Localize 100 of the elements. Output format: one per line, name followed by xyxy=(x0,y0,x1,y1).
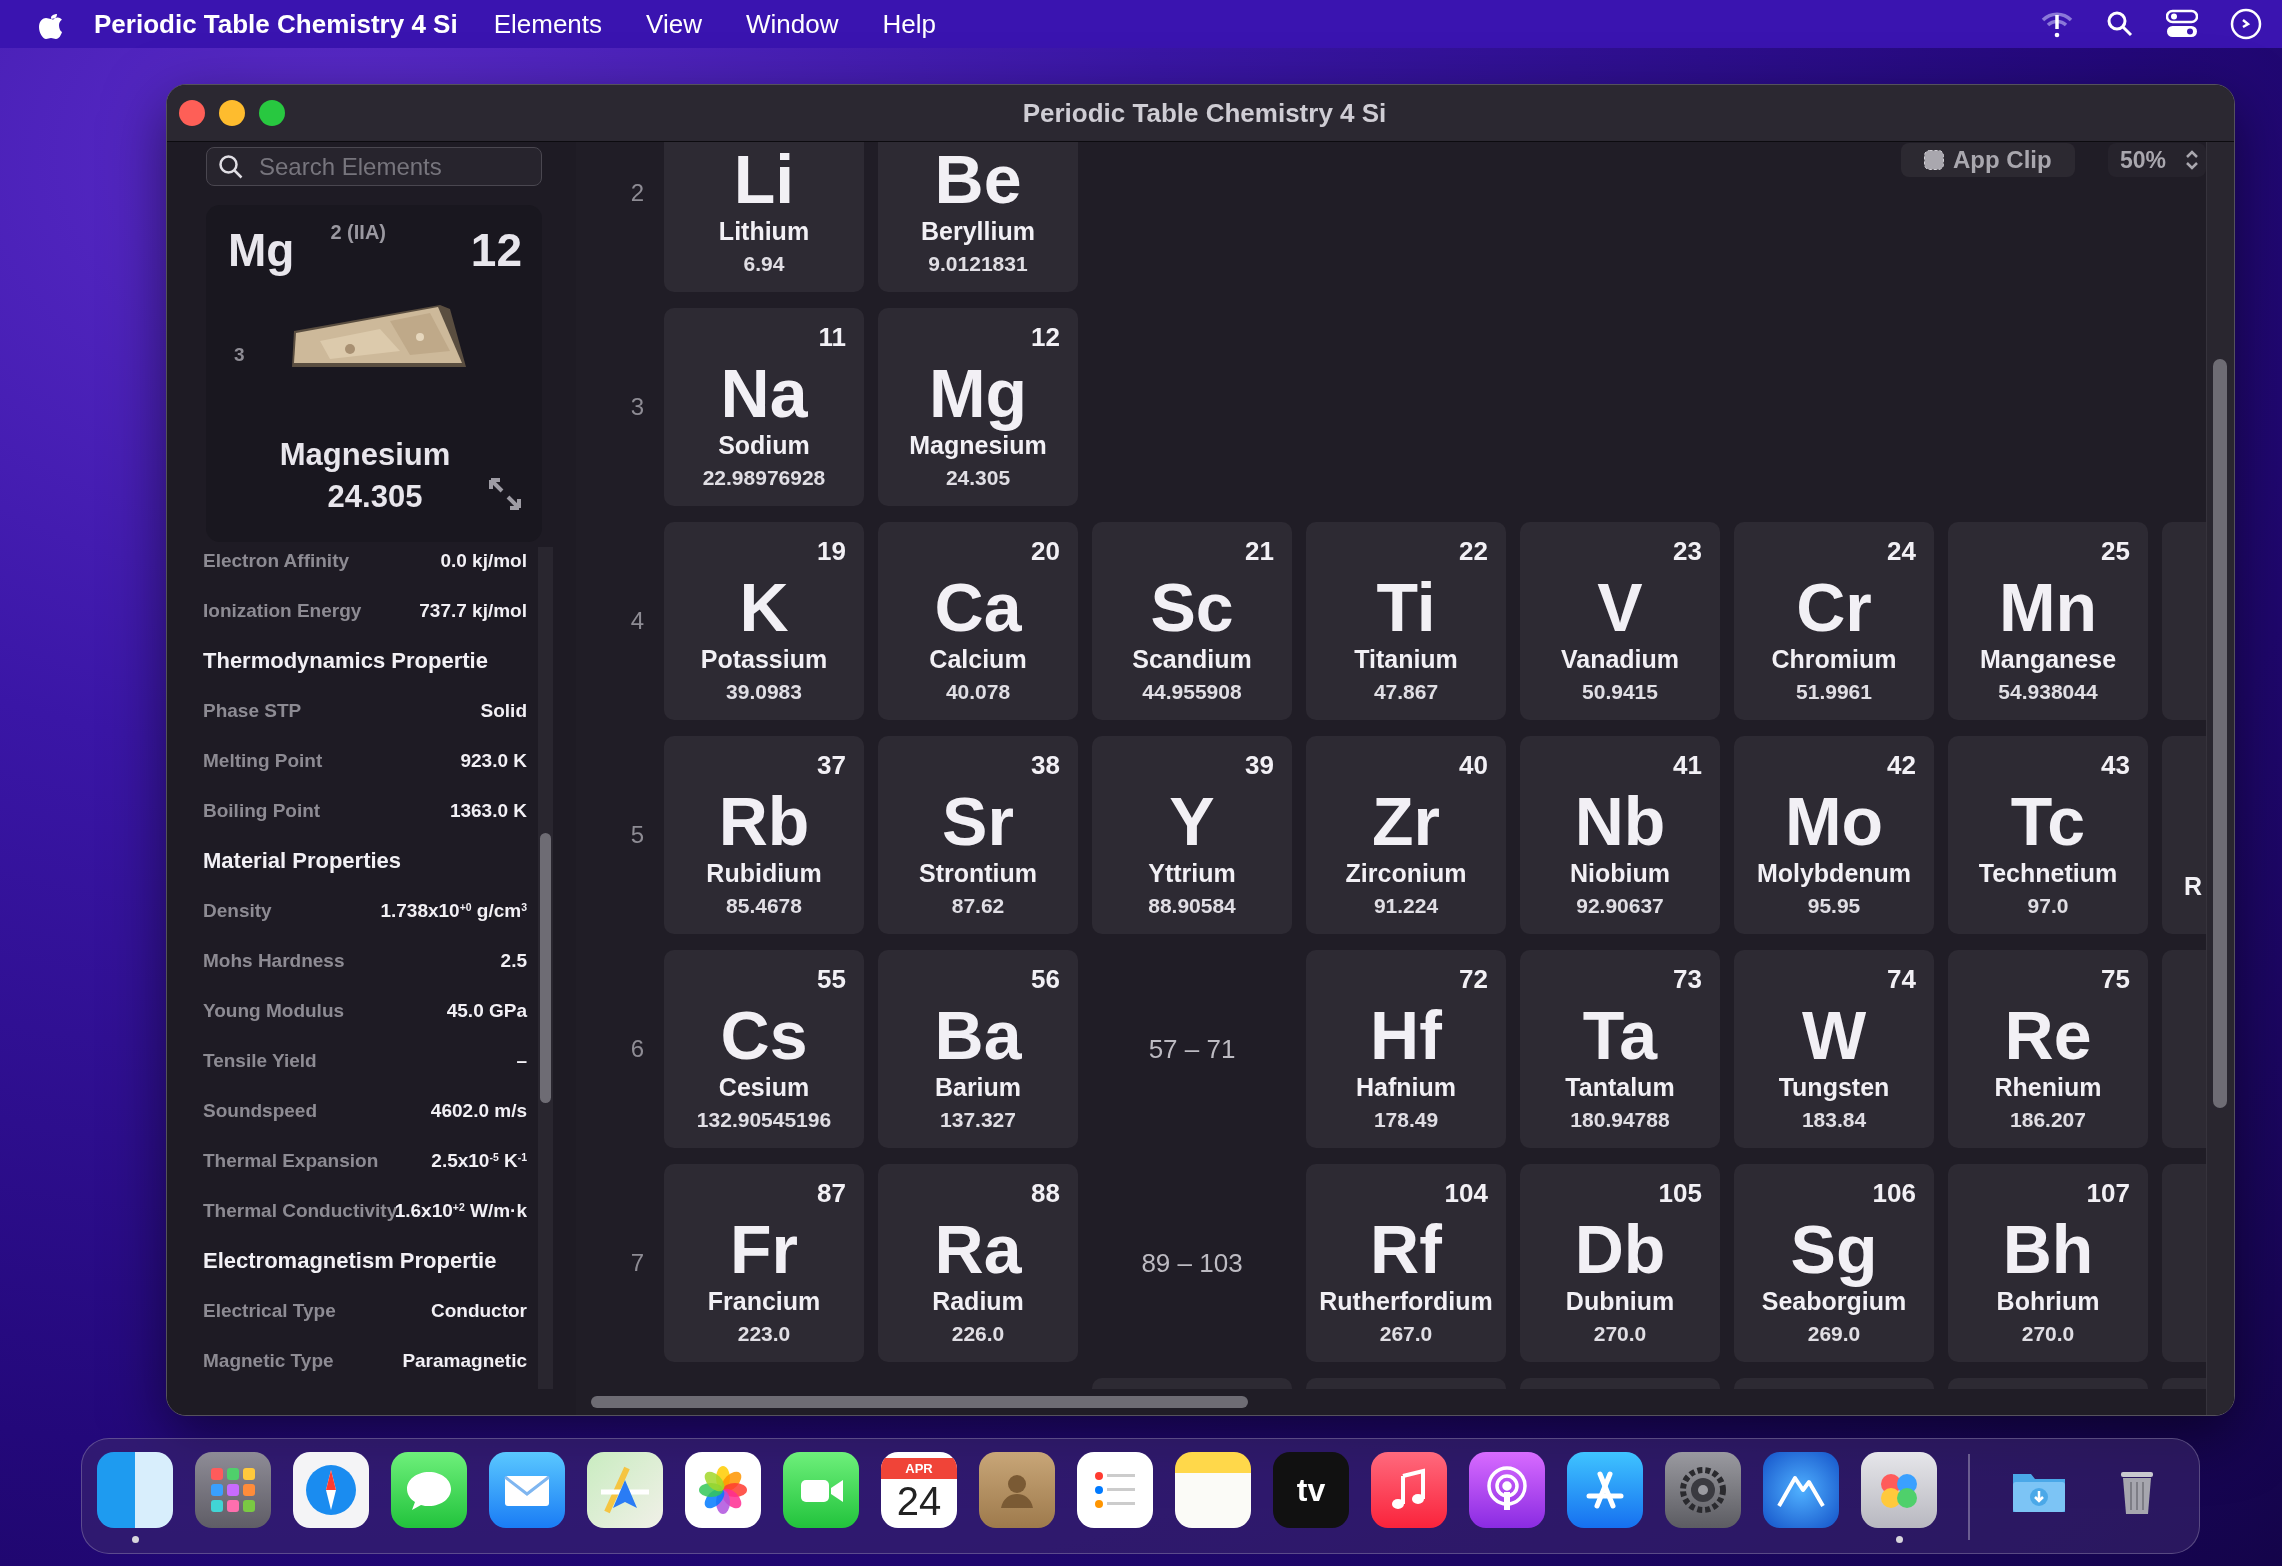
element-tile[interactable]: 23 V Vanadium 50.9415 xyxy=(1520,522,1720,720)
element-symbol: W xyxy=(1801,996,1867,1075)
scroll-thumb[interactable] xyxy=(540,833,551,1103)
element-tile[interactable]: 37 Rb Rubidium 85.4678 xyxy=(664,736,864,934)
two-tone-square-icon[interactable] xyxy=(97,1452,173,1528)
element-tile[interactable]: 43 Tc Technetium 97.0 xyxy=(1948,736,2148,934)
property-label: Density xyxy=(203,900,272,922)
contact-book-icon[interactable] xyxy=(979,1452,1055,1528)
toggle-switches-icon[interactable] xyxy=(2166,9,2198,39)
element-symbol: Nb xyxy=(1574,782,1666,861)
element-tile[interactable]: 72 Hf Hafnium 178.49 xyxy=(1306,950,1506,1148)
element-tile[interactable]: 55 Cs Cesium 132.90545196 xyxy=(664,950,864,1148)
element-tile[interactable]: 39 Y Yttrium 88.90584 xyxy=(1092,736,1292,934)
atomic-number: 42 xyxy=(1887,750,1916,780)
element-tile[interactable]: 24 Cr Chromium 51.9961 xyxy=(1734,522,1934,720)
scroll-thumb[interactable] xyxy=(2213,359,2227,1108)
element-tile[interactable]: Be Beryllium 9.0121831 xyxy=(878,142,1078,292)
messages-app-icon[interactable] xyxy=(391,1452,467,1528)
compass-app-icon[interactable] xyxy=(293,1452,369,1528)
element-tile[interactable]: 21 Sc Scandium 44.955908 xyxy=(1092,522,1292,720)
atomic-weight: 183.84 xyxy=(1801,1107,1867,1132)
zoom-button[interactable] xyxy=(259,100,285,126)
element-tile[interactable]: 22 Ti Titanium 47.867 xyxy=(1306,522,1506,720)
mountain-app-icon[interactable] xyxy=(1763,1452,1839,1528)
maps-app-icon[interactable] xyxy=(587,1452,663,1528)
element-tile[interactable]: 20 Ca Calcium 40.078 xyxy=(878,522,1078,720)
zoom-stepper[interactable]: 50% xyxy=(2108,143,2206,177)
expand-icon[interactable] xyxy=(488,477,522,511)
element-name: Cesium xyxy=(718,1072,810,1102)
close-button[interactable] xyxy=(179,100,205,126)
periodic-app-icon[interactable] xyxy=(1861,1452,1937,1528)
element-tile[interactable]: 41 Nb Niobium 92.90637 xyxy=(1520,736,1720,934)
element-tile[interactable]: 104 Rf Rutherfordium 267.0 xyxy=(1306,1164,1506,1362)
menu-item[interactable]: Help xyxy=(882,8,936,40)
scrollbar[interactable] xyxy=(2206,142,2234,1415)
element-tile[interactable]: 19 K Potassium 39.0983 xyxy=(664,522,864,720)
app-store-icon[interactable] xyxy=(1567,1452,1643,1528)
atomic-number: 38 xyxy=(1031,750,1060,780)
atomic-number: 87 xyxy=(817,1178,846,1208)
scrollbar[interactable] xyxy=(538,547,553,1389)
element-name: Magnesium xyxy=(278,437,452,473)
app-menu[interactable]: Periodic Table Chemistry 4 Si xyxy=(94,8,458,40)
element-name: Tungsten xyxy=(1778,1072,1890,1102)
element-tile[interactable]: 38 Sr Strontium 87.62 xyxy=(878,736,1078,934)
element-tile[interactable]: Li Lithium 6.94 xyxy=(664,142,864,292)
element-symbol: Tc xyxy=(2010,782,2086,861)
property-label: Thermal Conductivity xyxy=(203,1200,398,1222)
atomic-weight: 39.0983 xyxy=(726,679,802,704)
search-icon[interactable] xyxy=(2106,10,2134,38)
atomic-number: 25 xyxy=(2101,536,2130,566)
element-tile[interactable]: 75 Re Rhenium 186.207 xyxy=(1948,950,2148,1148)
scroll-thumb[interactable] xyxy=(591,1396,1248,1408)
property-value: 923.0 K xyxy=(460,750,528,772)
music-app-icon[interactable] xyxy=(1371,1452,1447,1528)
element-tile[interactable]: 25 Mn Manganese 54.938044 xyxy=(1948,522,2148,720)
element-tile[interactable]: 74 W Tungsten 183.84 xyxy=(1734,950,1934,1148)
app-grid-icon[interactable] xyxy=(195,1452,271,1528)
element-tile[interactable]: 11 Na Sodium 22.98976928 xyxy=(664,308,864,506)
property-value: 2.5 xyxy=(500,950,528,972)
search-field[interactable]: Search Elements xyxy=(206,147,542,186)
search-icon xyxy=(218,154,244,180)
atomic-number: 55 xyxy=(817,964,846,994)
element-tile[interactable]: 12 Mg Magnesium 24.305 xyxy=(878,308,1078,506)
settings-app-icon[interactable] xyxy=(1665,1452,1741,1528)
property-label: Magnetic Type xyxy=(203,1350,334,1372)
clock-icon[interactable] xyxy=(2230,8,2262,40)
section-heading: Electromagnetism Propertie xyxy=(203,1248,497,1274)
minimize-button[interactable] xyxy=(219,100,245,126)
mail-app-icon[interactable] xyxy=(489,1452,565,1528)
atomic-number: 41 xyxy=(1673,750,1702,780)
facetime-app-icon[interactable] xyxy=(783,1452,859,1528)
group-label: 2 (IIA) xyxy=(330,221,386,244)
menu-item[interactable]: Elements xyxy=(493,8,603,40)
up-down-chevron-icon[interactable] xyxy=(2184,148,2200,172)
photos-app-icon[interactable] xyxy=(685,1452,761,1528)
element-tile[interactable]: 56 Ba Barium 137.327 xyxy=(878,950,1078,1148)
atomic-number: 43 xyxy=(2101,750,2130,780)
podcasts-app-icon[interactable] xyxy=(1469,1452,1545,1528)
menu-item[interactable]: Window xyxy=(745,8,839,40)
section-heading: Material Properties xyxy=(203,848,402,874)
element-tile[interactable]: 87 Fr Francium 223.0 xyxy=(664,1164,864,1362)
atomic-number: 24 xyxy=(1887,536,1916,566)
atomic-number: 20 xyxy=(1031,536,1060,566)
atomic-number: 23 xyxy=(1673,536,1702,566)
series-range[interactable]: 89 – 103 xyxy=(1141,1247,1243,1279)
element-tile[interactable]: 40 Zr Zirconium 91.224 xyxy=(1306,736,1506,934)
element-tile[interactable]: 105 Db Dubnium 270.0 xyxy=(1520,1164,1720,1362)
reminders-app-icon[interactable] xyxy=(1077,1452,1153,1528)
app-clip-button[interactable]: App Clip xyxy=(1901,143,2075,177)
element-tile[interactable]: 88 Ra Radium 226.0 xyxy=(878,1164,1078,1362)
element-tile[interactable]: 106 Sg Seaborgium 269.0 xyxy=(1734,1164,1934,1362)
tv-app-icon[interactable]: tv xyxy=(1273,1452,1349,1528)
menu-item[interactable]: View xyxy=(646,8,702,40)
element-tile[interactable]: 73 Ta Tantalum 180.94788 xyxy=(1520,950,1720,1148)
element-tile[interactable]: R xyxy=(2162,736,2206,934)
element-tile[interactable]: 42 Mo Molybdenum 95.95 xyxy=(1734,736,1934,934)
calendar-icon[interactable]: APR 24 xyxy=(881,1452,957,1528)
notepad-icon[interactable] xyxy=(1175,1452,1251,1528)
element-tile[interactable]: 107 Bh Bohrium 270.0 xyxy=(1948,1164,2148,1362)
series-range[interactable]: 57 – 71 xyxy=(1148,1033,1236,1065)
